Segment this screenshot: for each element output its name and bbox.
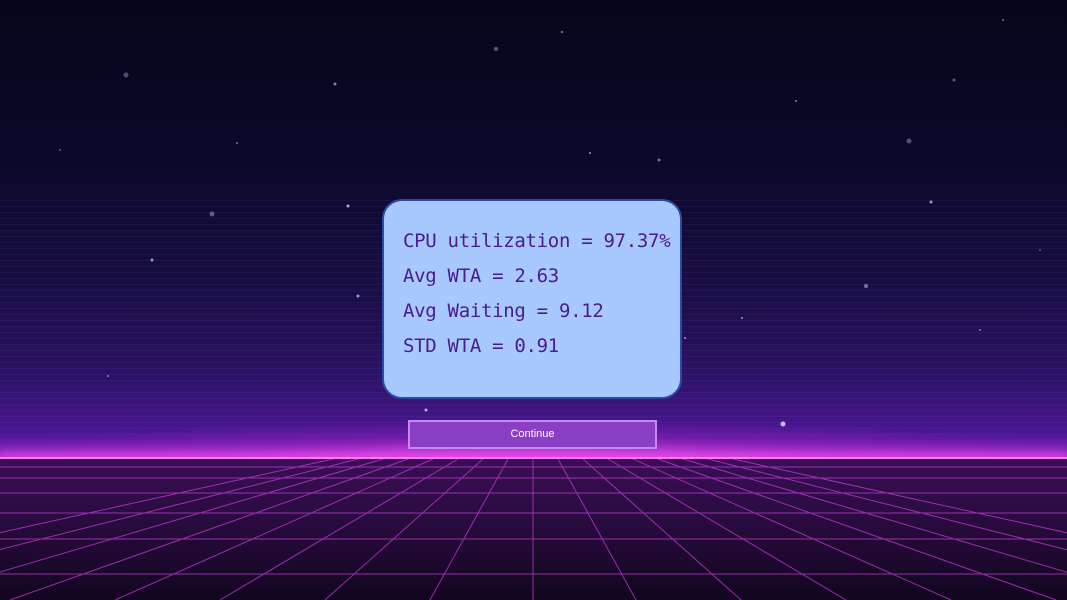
continue-button[interactable]: Continue bbox=[408, 420, 657, 449]
synthwave-background: CPU utilization = 97.37% Avg WTA = 2.63 … bbox=[0, 0, 1067, 600]
cpu-utilization-text: CPU utilization = 97.37% bbox=[403, 230, 671, 252]
std-wta-text: STD WTA = 0.91 bbox=[403, 335, 559, 357]
avg-wta-text: Avg WTA = 2.63 bbox=[403, 265, 559, 287]
neon-grid-floor bbox=[0, 459, 1067, 600]
avg-waiting-text: Avg Waiting = 9.12 bbox=[403, 300, 604, 322]
results-dialog: CPU utilization = 97.37% Avg WTA = 2.63 … bbox=[382, 199, 682, 399]
